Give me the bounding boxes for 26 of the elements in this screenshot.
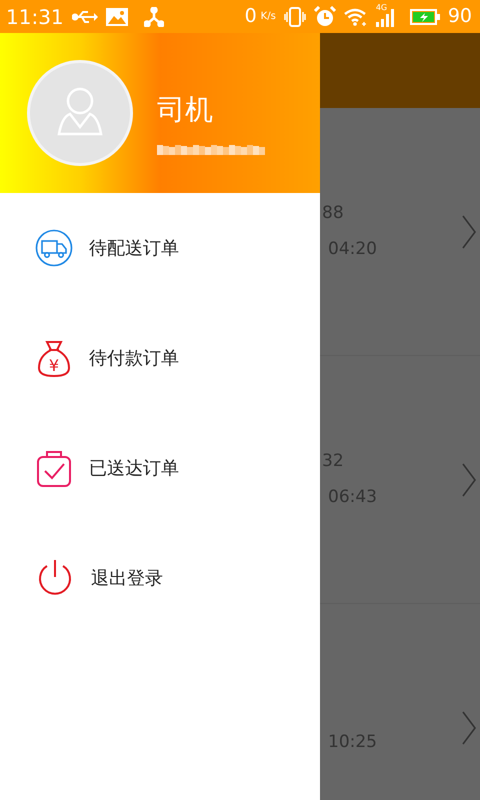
menu-label: 待配送订单 [89, 236, 179, 260]
share-icon [144, 6, 164, 26]
checked-bag-icon [35, 448, 73, 488]
menu-label: 已送达订单 [89, 456, 179, 480]
vibrate-icon [284, 6, 306, 26]
chevron-right-icon[interactable] [462, 214, 476, 248]
image-icon [106, 8, 128, 26]
chevron-right-icon[interactable] [462, 711, 476, 745]
net-speed: 0 [244, 4, 257, 30]
drawer-menu-item[interactable]: 已送达订单 [0, 413, 320, 523]
battery-level: 90 [448, 4, 472, 30]
menu-label: 待付款订单 [89, 346, 179, 370]
clock-time: 11:31 [6, 4, 64, 30]
user-name: 司机 [157, 92, 214, 128]
chevron-right-icon[interactable] [462, 462, 476, 496]
usb-icon [72, 8, 98, 24]
alarm-icon [314, 6, 336, 28]
money-bag-icon: ¥ [35, 338, 73, 378]
network-type: 4G [376, 4, 388, 12]
drawer-menu-item[interactable]: ¥ 待付款订单 [0, 303, 320, 413]
truck-icon [35, 229, 73, 267]
menu-label: 退出登录 [91, 566, 163, 590]
drawer-menu-item[interactable]: 退出登录 [0, 523, 320, 633]
net-speed-unit: K/s [260, 10, 276, 24]
wifi-icon [344, 8, 368, 26]
drawer-menu-item[interactable]: 待配送订单 [0, 193, 320, 303]
